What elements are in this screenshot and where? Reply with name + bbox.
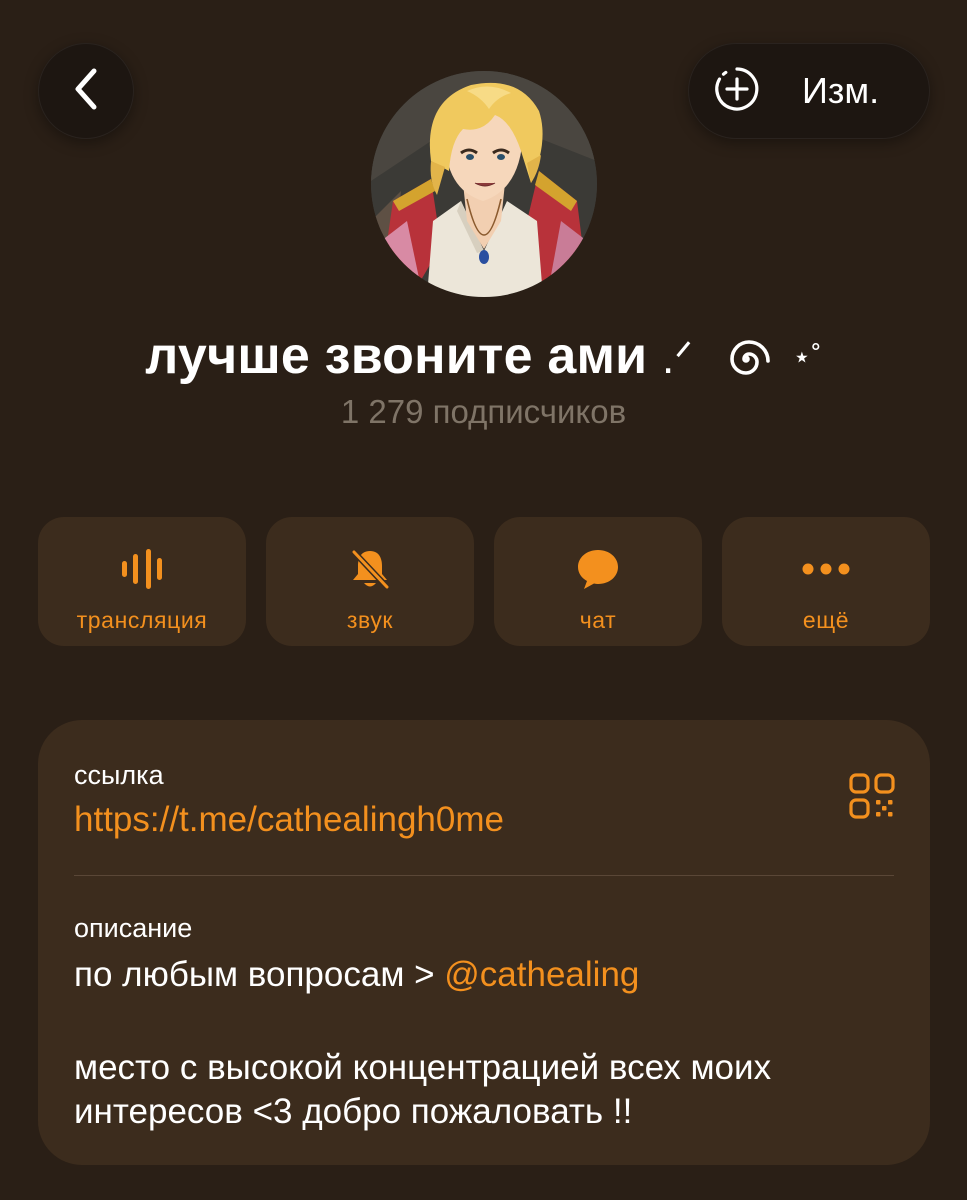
live-stream-button[interactable]: трансляция	[38, 517, 246, 646]
description-line-1: по любым вопросам > @cathealing	[74, 955, 639, 995]
edit-button[interactable]: Изм.	[802, 70, 879, 112]
add-story-button[interactable]	[712, 66, 762, 116]
subscriber-count: 1 279 подписчиков	[340, 393, 627, 430]
action-row: трансляция звук чат ещё	[38, 517, 930, 646]
more-label: ещё	[802, 607, 850, 633]
description-line-2: место с высокой концентрацией всех моих	[74, 1048, 772, 1087]
add-story-icon	[713, 65, 761, 118]
spiral-emoji-icon	[722, 335, 770, 383]
description-text: по любым вопросам >	[74, 955, 445, 994]
live-stream-icon	[119, 545, 165, 593]
title-decoration-stars: ⋆˚	[792, 341, 822, 374]
link-caption: ссылка	[74, 760, 164, 790]
chat-bubble-icon	[575, 545, 621, 593]
sound-button[interactable]: звук	[266, 517, 474, 646]
channel-avatar[interactable]	[371, 71, 597, 297]
more-dots-icon	[801, 545, 851, 593]
channel-link[interactable]: https://t.me/cathealingh0me	[74, 800, 504, 840]
qr-code-icon	[848, 773, 896, 824]
chat-button[interactable]: чат	[494, 517, 702, 646]
back-button[interactable]	[38, 43, 134, 139]
live-stream-label: трансляция	[76, 607, 208, 633]
title-decoration: .ᐟ	[661, 334, 694, 383]
description-caption: описание	[74, 913, 193, 943]
bell-muted-icon	[347, 545, 393, 593]
channel-info-card: ссылка https://t.me/cathealingh0me описа…	[38, 720, 930, 1165]
more-button[interactable]: ещё	[722, 517, 930, 646]
description-line-3: интересов <3 добро пожаловать !!	[74, 1092, 633, 1131]
sound-label: звук	[346, 607, 394, 633]
chevron-left-icon	[68, 65, 104, 118]
header-actions: Изм.	[688, 43, 930, 139]
mention-link[interactable]: @cathealing	[444, 955, 639, 994]
divider	[74, 875, 894, 876]
qr-code-button[interactable]	[848, 772, 896, 820]
chat-label: чат	[579, 607, 617, 633]
channel-name: лучше звоните ами	[145, 327, 648, 385]
channel-title: лучше звоните ами .ᐟ ⋆˚	[0, 326, 967, 386]
